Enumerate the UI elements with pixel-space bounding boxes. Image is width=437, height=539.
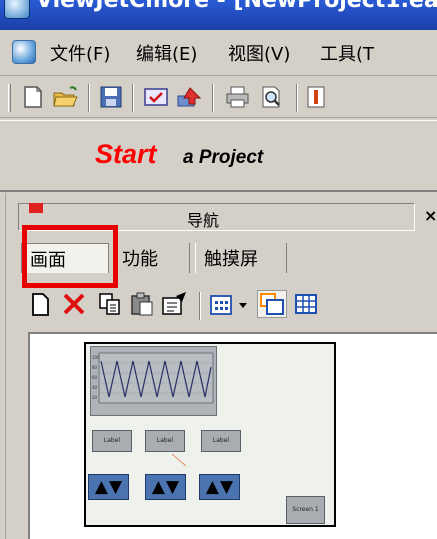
start-project-banner[interactable]: Start a Project bbox=[0, 120, 437, 192]
left-edge-strip bbox=[0, 193, 6, 539]
panel-close-button[interactable]: × bbox=[424, 206, 437, 225]
title-bar: ViewJetCmore - [NewProject1.eap bbox=[0, 0, 437, 30]
chart-ytick: 20 bbox=[92, 395, 98, 400]
menu-view[interactable]: 视图(V) bbox=[228, 40, 290, 66]
check-screen-icon[interactable] bbox=[143, 84, 169, 110]
menu-bar: 文件(F) 编辑(E) 视图(V) 工具(T bbox=[0, 30, 437, 76]
info-icon[interactable] bbox=[306, 84, 332, 110]
up-arrow-icon: ▲ bbox=[94, 476, 108, 497]
chart-ytick: 80 bbox=[92, 365, 98, 370]
copy-icon[interactable] bbox=[96, 290, 124, 318]
toolbar-separator bbox=[132, 84, 134, 112]
thumbnail-updown-button: ▲ ▼ bbox=[199, 474, 240, 500]
download-icon[interactable] bbox=[176, 84, 202, 110]
table-view-icon[interactable] bbox=[292, 290, 320, 318]
thumbnail-updown-button: ▲ ▼ bbox=[145, 474, 186, 500]
main-toolbar bbox=[0, 78, 437, 118]
chart-ytick: 100 bbox=[92, 355, 100, 360]
toolbar-separator bbox=[212, 84, 214, 112]
toolbar-separator bbox=[296, 84, 298, 112]
properties-icon[interactable] bbox=[160, 290, 190, 318]
panel-title: 导航 bbox=[187, 211, 220, 230]
down-arrow-icon: ▼ bbox=[220, 476, 234, 497]
thumbnail-label-button: Label bbox=[92, 430, 132, 452]
new-file-icon[interactable] bbox=[20, 84, 46, 110]
chevron-down-icon[interactable] bbox=[236, 290, 250, 318]
open-folder-icon[interactable] bbox=[52, 84, 78, 110]
thumbnail-connector-line bbox=[171, 453, 187, 467]
tab-highlight-box bbox=[22, 225, 118, 288]
tab-functions[interactable]: 功能 bbox=[114, 243, 190, 273]
menu-file[interactable]: 文件(F) bbox=[50, 40, 110, 66]
delete-icon[interactable] bbox=[60, 290, 88, 318]
thumbnail-label-button: Label bbox=[201, 430, 241, 452]
thumbnail-view-icon[interactable] bbox=[257, 290, 287, 318]
thumbnail-trend-chart: 100 80 60 40 20 bbox=[90, 346, 217, 416]
toolbar-separator bbox=[88, 84, 90, 112]
panel-marker-icon bbox=[29, 203, 43, 213]
tab-touchscreen[interactable]: 触摸屏 bbox=[195, 243, 287, 273]
grid-view-icon[interactable] bbox=[208, 290, 234, 318]
app-icon bbox=[4, 0, 30, 19]
panel-toolbar-separator bbox=[199, 292, 201, 320]
window-title: ViewJetCmore - [NewProject1.eap bbox=[36, 0, 437, 13]
paste-icon[interactable] bbox=[128, 290, 156, 318]
new-screen-icon[interactable] bbox=[30, 290, 52, 318]
thumbnail-label-button: Label bbox=[145, 430, 185, 452]
app-menu-icon[interactable] bbox=[12, 40, 36, 64]
menu-edit[interactable]: 编辑(E) bbox=[136, 40, 197, 66]
up-arrow-icon: ▲ bbox=[205, 476, 219, 497]
down-arrow-icon: ▼ bbox=[109, 476, 123, 497]
menu-tools[interactable]: 工具(T bbox=[320, 40, 374, 66]
chart-ytick: 60 bbox=[92, 375, 98, 380]
thumbnail-updown-button: ▲ ▼ bbox=[88, 474, 129, 500]
toolbar-grip[interactable] bbox=[8, 84, 11, 112]
down-arrow-icon: ▼ bbox=[166, 476, 180, 497]
banner-project-text: a Project bbox=[183, 147, 264, 168]
save-icon[interactable] bbox=[98, 84, 124, 110]
chart-ytick: 40 bbox=[92, 385, 98, 390]
thumbnail-screen-button: Screen 1 bbox=[286, 496, 325, 524]
print-icon[interactable] bbox=[224, 84, 250, 110]
banner-start-text: Start bbox=[95, 139, 157, 169]
print-preview-icon[interactable] bbox=[258, 84, 284, 110]
up-arrow-icon: ▲ bbox=[151, 476, 165, 497]
